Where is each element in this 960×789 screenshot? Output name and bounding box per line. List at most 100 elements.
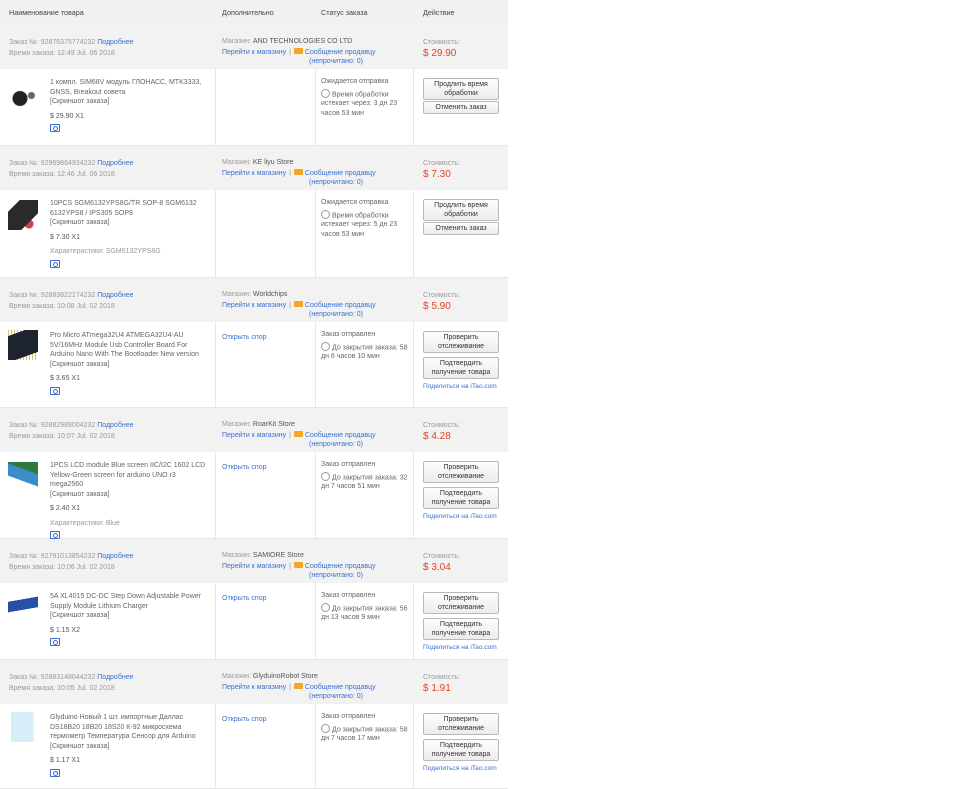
- message-seller-link[interactable]: Сообщение продавцу: [305, 170, 376, 177]
- order-header: Заказ №: 92883148044232 Подробнее Время …: [0, 660, 508, 704]
- separator: |: [289, 563, 291, 570]
- order-number-label: Заказ №:: [9, 39, 39, 46]
- go-to-shop-link[interactable]: Перейти к магазину: [222, 684, 286, 691]
- mail-icon: [293, 301, 303, 308]
- characteristics-label: Характеристики:: [50, 519, 104, 527]
- clock-icon: [321, 341, 330, 351]
- order-screenshot-link[interactable]: [Скриншот заказа]: [50, 218, 210, 228]
- product-image[interactable]: [8, 330, 38, 360]
- col-extra-header: Дополнительно: [222, 8, 274, 17]
- order-details-link[interactable]: Подробнее: [97, 674, 133, 681]
- unread-count[interactable]: (непрочитано: 0): [309, 58, 363, 65]
- product-image[interactable]: [8, 79, 38, 109]
- open-dispute-link[interactable]: Открыть спор: [222, 464, 267, 471]
- order-screenshot-link[interactable]: [Скриншот заказа]: [50, 611, 210, 621]
- product-image[interactable]: [8, 712, 38, 742]
- table-header: Наименование товара Дополнительно Статус…: [0, 0, 508, 25]
- share-itao-link[interactable]: Поделиться на iTao.com: [423, 765, 497, 772]
- cancel-order-button[interactable]: Отменить заказ: [423, 222, 499, 235]
- order-body: Glyduino Новый 1 шт. импортные Даллас DS…: [0, 704, 508, 789]
- go-to-shop-link[interactable]: Перейти к магазину: [222, 563, 286, 570]
- message-seller-link[interactable]: Сообщение продавцу: [305, 302, 376, 309]
- order-number: 92883148044232: [40, 674, 96, 681]
- product-title[interactable]: 5A XL4015 DC-DC Step Down Adjustable Pow…: [50, 592, 210, 611]
- extend-processing-button[interactable]: Продлить время обработки: [423, 78, 499, 100]
- order-block: Заказ №: 92883822174232 Подробнее Время …: [0, 278, 508, 408]
- characteristics-value: Blue: [105, 519, 120, 527]
- order-time-label: Время заказа:: [9, 50, 56, 57]
- order-screenshot-link[interactable]: [Скриншот заказа]: [50, 360, 210, 370]
- confirm-receipt-button[interactable]: Подтвердить получение товара: [423, 618, 499, 640]
- order-screenshot-link[interactable]: [Скриншот заказа]: [50, 490, 210, 500]
- open-dispute-link[interactable]: Открыть спор: [222, 595, 267, 602]
- confirm-receipt-button[interactable]: Подтвердить получение товара: [423, 739, 499, 761]
- order-details-link[interactable]: Подробнее: [97, 292, 133, 299]
- message-seller-link[interactable]: Сообщение продавцу: [305, 563, 376, 570]
- unread-count[interactable]: (непрочитано: 0): [309, 693, 363, 700]
- go-to-shop-link[interactable]: Перейти к магазину: [222, 170, 286, 177]
- order-screenshot-link[interactable]: [Скриншот заказа]: [50, 742, 210, 752]
- open-dispute-link[interactable]: Открыть спор: [222, 716, 267, 723]
- product-title[interactable]: Glyduino Новый 1 шт. импортные Даллас DS…: [50, 713, 210, 742]
- share-itao-link[interactable]: Поделиться на iTao.com: [423, 513, 497, 520]
- order-cost: $ 5.90: [423, 301, 451, 312]
- mail-icon: [293, 431, 303, 438]
- go-to-shop-link[interactable]: Перейти к магазину: [222, 49, 286, 56]
- order-number: 92791013854232: [40, 553, 96, 560]
- product-image[interactable]: [8, 462, 38, 492]
- product-image[interactable]: [8, 593, 38, 623]
- camera-icon[interactable]: [50, 386, 60, 395]
- shop-name: KE liyu Store: [252, 159, 294, 166]
- product-image[interactable]: [8, 200, 38, 230]
- order-body: 5A XL4015 DC-DC Step Down Adjustable Pow…: [0, 583, 508, 660]
- product-title[interactable]: 1PCS LCD module Blue screen IIC/I2C 1602…: [50, 461, 210, 490]
- clock-icon: [321, 602, 330, 612]
- cancel-order-button[interactable]: Отменить заказ: [423, 101, 499, 114]
- camera-icon[interactable]: [50, 768, 60, 777]
- message-seller-link[interactable]: Сообщение продавцу: [305, 432, 376, 439]
- share-itao-link[interactable]: Поделиться на iTao.com: [423, 383, 497, 390]
- check-tracking-button[interactable]: Проверить отслеживание: [423, 713, 499, 735]
- order-header: Заказ №: 92876375774232 Подробнее Время …: [0, 25, 508, 69]
- message-seller-link[interactable]: Сообщение продавцу: [305, 684, 376, 691]
- camera-icon[interactable]: [50, 638, 60, 646]
- extend-processing-button[interactable]: Продлить время обработки: [423, 199, 499, 221]
- open-dispute-link[interactable]: Открыть спор: [222, 334, 267, 341]
- order-time: 10:06 Jul. 02 2018: [57, 564, 115, 571]
- camera-icon[interactable]: [50, 259, 60, 268]
- order-status: Ожидается отправка: [321, 199, 389, 206]
- confirm-receipt-button[interactable]: Подтвердить получение товара: [423, 487, 499, 509]
- cost-label: Стоимость:: [423, 160, 460, 167]
- mail-icon: [293, 169, 303, 176]
- message-seller-link[interactable]: Сообщение продавцу: [305, 49, 376, 56]
- order-details-link[interactable]: Подробнее: [97, 160, 133, 167]
- order-details-link[interactable]: Подробнее: [97, 422, 133, 429]
- go-to-shop-link[interactable]: Перейти к магазину: [222, 302, 286, 309]
- unread-count[interactable]: (непрочитано: 0): [309, 572, 363, 579]
- price-quantity: $ 7.30 X1: [50, 233, 80, 241]
- camera-icon[interactable]: [50, 124, 60, 132]
- shop-label: Магазин:: [222, 159, 251, 166]
- separator: |: [289, 432, 291, 439]
- product-title[interactable]: 10PCS SGM6132YPS8G/TR SOP-8 SGM6132 6132…: [50, 199, 210, 218]
- unread-count[interactable]: (непрочитано: 0): [309, 311, 363, 318]
- go-to-shop-link[interactable]: Перейти к магазину: [222, 432, 286, 439]
- order-number: 92883822174232: [40, 292, 96, 299]
- order-time: 10:07 Jul. 02 2018: [57, 433, 115, 440]
- product-title[interactable]: Pro Micro ATmega32U4 ATMEGA32U4-AU 5V/16…: [50, 331, 210, 360]
- confirm-receipt-button[interactable]: Подтвердить получение товара: [423, 357, 499, 379]
- unread-count[interactable]: (непрочитано: 0): [309, 441, 363, 448]
- unread-count[interactable]: (непрочитано: 0): [309, 179, 363, 186]
- status-timer: Время обработки истекает через: 3 дн 23 …: [321, 90, 398, 117]
- camera-icon[interactable]: [50, 531, 60, 539]
- check-tracking-button[interactable]: Проверить отслеживание: [423, 331, 499, 353]
- order-details-link[interactable]: Подробнее: [97, 553, 133, 560]
- check-tracking-button[interactable]: Проверить отслеживание: [423, 592, 499, 614]
- order-header: Заказ №: 92969864934232 Подробнее Время …: [0, 146, 508, 190]
- shop-name: RoarKit Store: [252, 421, 295, 428]
- order-details-link[interactable]: Подробнее: [97, 39, 133, 46]
- order-screenshot-link[interactable]: [Скриншот заказа]: [50, 97, 210, 107]
- check-tracking-button[interactable]: Проверить отслеживание: [423, 461, 499, 483]
- share-itao-link[interactable]: Поделиться на iTao.com: [423, 644, 497, 651]
- product-title[interactable]: 1 компл. SIM68V модуль ГЛОНАСС, MTK3333,…: [50, 78, 210, 97]
